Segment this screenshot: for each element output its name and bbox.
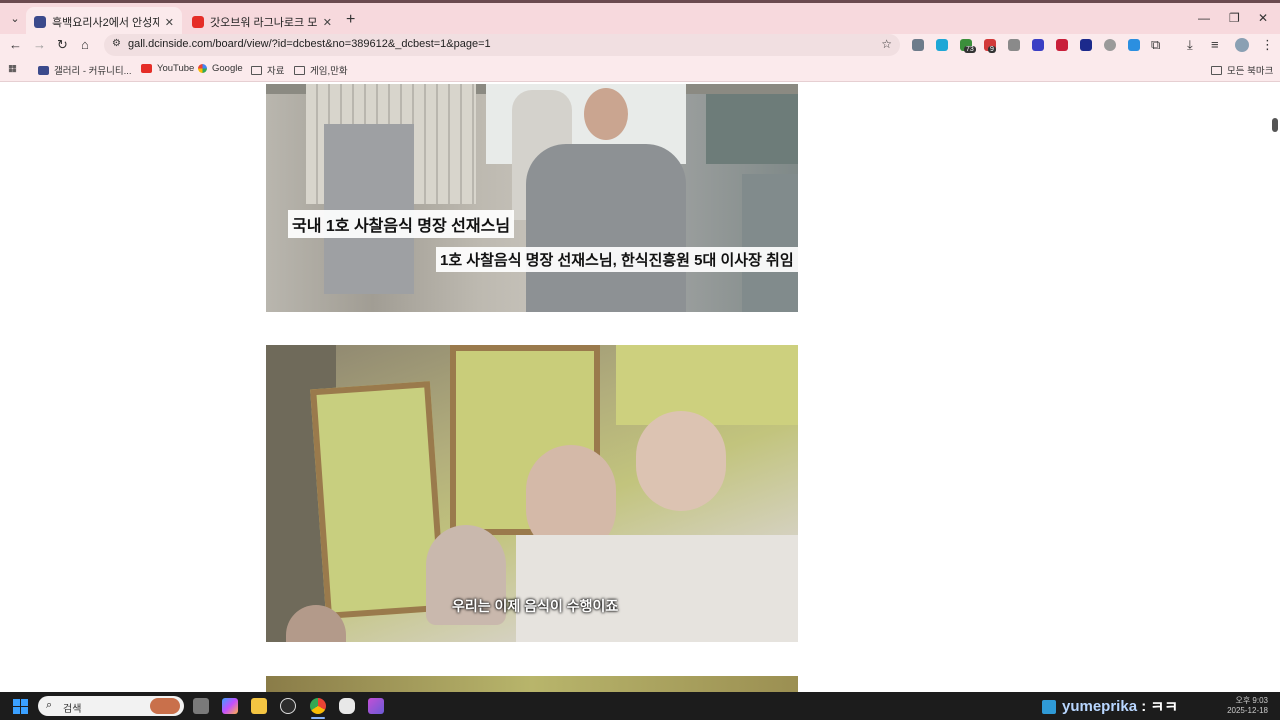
bookmark-label: 모든 북마크	[1227, 66, 1274, 77]
image-detail	[616, 345, 798, 425]
search-icon: ⌕	[46, 699, 53, 711]
minimize-icon[interactable]: —	[1198, 11, 1210, 25]
address-bar[interactable]: ⚙ gall.dcinside.com/board/view/?id=dcbes…	[104, 34, 900, 56]
tab-title: 갓오브워 라그나로크 모든 북유	[210, 17, 317, 29]
bookmark-youtube[interactable]: YouTube	[141, 63, 194, 74]
task-view-icon[interactable]	[193, 698, 209, 714]
media-controls-icon[interactable]: ≡	[1211, 37, 1219, 52]
bookmarks-bar: ▦ 갤러리 - 커뮤니티... YouTube Google 자료 게임,만화 …	[0, 58, 1280, 82]
image-detail	[516, 535, 798, 642]
chrome-icon[interactable]	[310, 698, 326, 714]
profile-avatar[interactable]	[1235, 38, 1249, 52]
bookmark-folder-data[interactable]: 자료	[251, 63, 284, 77]
image-detail	[636, 411, 726, 511]
bookmark-label: 갤러리 - 커뮤니티...	[54, 66, 132, 77]
download-helper-icon[interactable]	[1128, 39, 1140, 51]
extensions-puzzle-icon[interactable]: ⧉	[1151, 37, 1160, 53]
extension-icon[interactable]	[936, 39, 948, 51]
all-bookmarks-folder[interactable]: 모든 북마크	[1211, 63, 1273, 77]
chrome-active-indicator	[311, 717, 325, 719]
extension-icon[interactable]	[912, 39, 924, 51]
site-info-icon[interactable]: ⚙	[112, 38, 121, 49]
system-clock[interactable]: 오후 9:03 2025-12-18	[1227, 696, 1268, 716]
tab-close-icon[interactable]: ✕	[323, 16, 332, 29]
downloads-icon[interactable]: ⤓	[1187, 37, 1193, 53]
extension-icon[interactable]	[1104, 39, 1116, 51]
clock-date: 2025-12-18	[1227, 706, 1268, 715]
image-detail	[584, 88, 628, 140]
apps-grid-icon[interactable]: ▦	[8, 63, 17, 74]
video-subtitle: 우리는 이제 음식이 수행이죠	[452, 598, 619, 614]
image-detail	[526, 144, 686, 312]
close-window-icon[interactable]: ✕	[1258, 11, 1268, 25]
bookmark-label: 자료	[267, 66, 285, 77]
youtube-icon	[141, 64, 152, 73]
folder-icon	[1211, 65, 1222, 75]
menu-icon[interactable]: ⋮	[1261, 37, 1274, 53]
address-bar-url: gall.dcinside.com/board/view/?id=dcbest&…	[128, 38, 491, 50]
copilot-icon[interactable]	[222, 698, 238, 714]
streamer-message: ㅋㅋ	[1150, 699, 1178, 716]
home-icon[interactable]: ⌂	[81, 37, 89, 52]
tab-youtube[interactable]: 갓오브워 라그나로크 모든 북유 ✕	[184, 7, 340, 37]
browser-toolbar: ← → ↻ ⌂ ⚙ gall.dcinside.com/board/view/?…	[0, 34, 1280, 58]
file-explorer-icon[interactable]	[251, 698, 267, 714]
extension-icon[interactable]	[1080, 39, 1092, 51]
stream-overlay: yumeprika : ㅋㅋ	[1042, 696, 1178, 717]
folder-icon	[294, 65, 305, 75]
forward-icon[interactable]: →	[33, 37, 46, 52]
article-image-3	[266, 676, 798, 692]
tab-dcinside[interactable]: 흑백요리사2에서 안성재의 요리 ✕	[26, 7, 182, 37]
google-icon	[198, 64, 207, 73]
extension-badge: 73	[964, 46, 976, 53]
streamer-name: yumeprika	[1062, 698, 1138, 715]
bookmark-folder-games[interactable]: 게임,만화	[294, 63, 348, 77]
tab-close-icon[interactable]: ✕	[165, 16, 174, 29]
clock-time: 오후 9:03	[1235, 696, 1268, 705]
new-tab-icon[interactable]: +	[346, 11, 355, 29]
article-image-1: 국내 1호 사찰음식 명장 선재스님 1호 사찰음식 명장 선재스님, 한식진흥…	[266, 84, 798, 312]
search-highlight-icon	[150, 698, 180, 714]
taskbar-search[interactable]: ⌕ 검색	[38, 696, 184, 716]
image-detail	[324, 124, 414, 294]
article-image-2: 우리는 이제 음식이 수행이죠	[266, 345, 798, 642]
taskbar-search-placeholder: 검색	[63, 704, 82, 715]
bookmark-label: YouTube	[157, 63, 195, 74]
dc-icon	[38, 65, 49, 75]
back-icon[interactable]: ←	[9, 37, 22, 52]
tab-strip: ⌄ 흑백요리사2에서 안성재의 요리 ✕ 갓오브워 라그나로크 모든 북유 ✕ …	[0, 0, 1280, 37]
image-detail	[742, 174, 798, 312]
bookmark-google[interactable]: Google	[198, 63, 243, 74]
page-content: 국내 1호 사찰음식 명장 선재스님 1호 사찰음식 명장 선재스님, 한식진흥…	[0, 82, 1280, 692]
extension-icon[interactable]	[1056, 39, 1068, 51]
messenger-app-icon[interactable]	[339, 698, 355, 714]
stream-logo-icon	[1042, 699, 1056, 714]
bookmark-dcinside[interactable]: 갤러리 - 커뮤니티...	[38, 63, 132, 77]
reload-icon[interactable]: ↻	[57, 37, 68, 53]
windows-taskbar: ⌕ 검색 yumeprika : ㅋㅋ 오후 9:03 2025-12-18	[0, 692, 1280, 720]
bookmark-star-icon[interactable]: ☆	[881, 37, 892, 51]
scrollbar-thumb[interactable]	[1272, 118, 1278, 132]
dcinside-favicon-icon	[34, 16, 46, 28]
image-caption-subtitle: 1호 사찰음식 명장 선재스님, 한식진흥원 5대 이사장 취임	[436, 247, 798, 272]
extension-icon[interactable]	[1008, 39, 1020, 51]
extension-icon[interactable]	[1032, 39, 1044, 51]
streamer-separator: :	[1137, 698, 1151, 715]
windows-start-icon[interactable]	[13, 699, 28, 714]
folder-icon	[251, 65, 262, 75]
restore-icon[interactable]: ❐	[1229, 11, 1240, 25]
pinned-app-icon[interactable]	[368, 698, 384, 714]
bookmark-label: 게임,만화	[310, 66, 348, 77]
extension-badge: 9	[988, 46, 996, 53]
image-caption-title: 국내 1호 사찰음식 명장 선재스님	[288, 210, 515, 238]
youtube-favicon-icon	[192, 16, 204, 28]
tab-title: 흑백요리사2에서 안성재의 요리	[52, 17, 159, 29]
game-app-icon[interactable]	[280, 698, 296, 714]
image-detail	[706, 94, 798, 164]
tab-search-icon[interactable]: ⌄	[6, 10, 24, 28]
bookmark-label: Google	[212, 63, 243, 74]
